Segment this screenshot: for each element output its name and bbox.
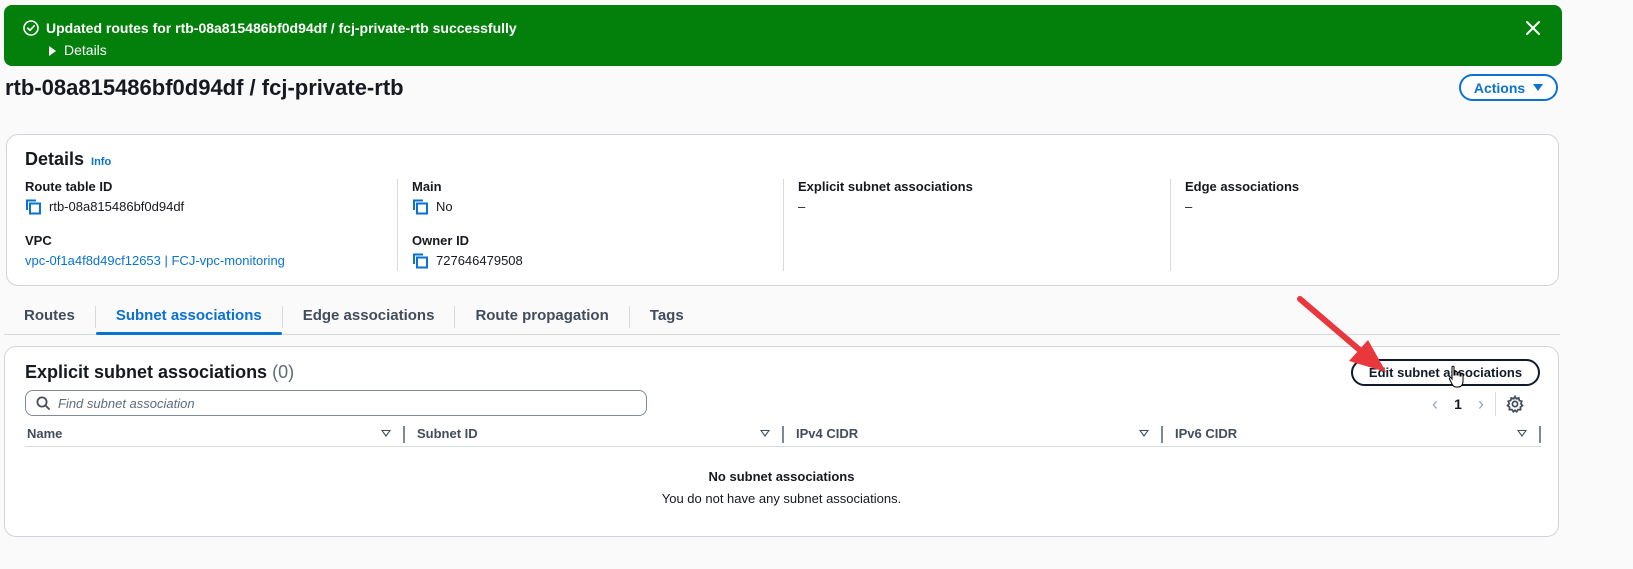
empty-state: No subnet associations You do not have a… [5, 469, 1558, 506]
success-flash-banner: Updated routes for rtb-08a815486bf0d94df… [4, 5, 1562, 66]
column-label: IPv4 CIDR [796, 426, 859, 441]
gear-icon[interactable] [1506, 395, 1524, 413]
copy-icon[interactable] [412, 253, 430, 269]
owner-id-text: 727646479508 [436, 253, 523, 268]
subnet-associations-heading: Explicit subnet associations (0) [25, 362, 294, 383]
page-number[interactable]: 1 [1445, 396, 1471, 412]
subnet-associations-title: Explicit subnet associations [25, 362, 268, 382]
route-table-id-label: Route table ID [25, 179, 113, 194]
main-value: No [412, 199, 784, 215]
tab-subnet-associations[interactable]: Subnet associations [95, 298, 282, 335]
owner-id-value: 727646479508 [412, 253, 784, 269]
main-value-text: No [436, 199, 453, 214]
page-title: rtb-08a815486bf0d94df / fcj-private-rtb [5, 75, 404, 100]
tab-routes[interactable]: Routes [4, 298, 95, 334]
caret-right-icon [49, 45, 56, 56]
edit-subnet-associations-button[interactable]: Edit subnet associations [1351, 359, 1540, 386]
column-label: Name [27, 426, 63, 441]
flash-message: Updated routes for rtb-08a815486bf0d94df… [46, 20, 517, 36]
tab-edge-associations[interactable]: Edge associations [283, 298, 455, 334]
edge-assoc-label: Edge associations [1185, 179, 1300, 194]
route-table-id-text: rtb-08a815486bf0d94df [49, 199, 185, 214]
main-label: Main [412, 179, 442, 194]
details-column-1: Route table ID rtb-08a815486bf0d94df VPC… [25, 179, 397, 271]
subnet-search-field[interactable] [25, 390, 647, 416]
empty-state-heading: No subnet associations [708, 469, 855, 484]
sort-icon[interactable] [1139, 430, 1149, 437]
tab-tags[interactable]: Tags [630, 298, 704, 334]
empty-state-text: You do not have any subnet associations. [661, 491, 902, 506]
subnet-associations-count: (0) [272, 362, 295, 382]
copy-icon[interactable] [412, 199, 430, 215]
pagination: ‹ 1 › [1425, 392, 1524, 416]
info-link[interactable]: Info [91, 156, 111, 168]
details-title: Details [25, 149, 85, 169]
sort-icon[interactable] [760, 430, 770, 437]
flash-details-toggle[interactable]: Details [46, 42, 107, 59]
close-icon[interactable] [1524, 19, 1542, 37]
copy-icon[interactable] [25, 199, 43, 215]
details-heading: Details Info [25, 149, 111, 170]
caret-down-icon [1533, 84, 1544, 91]
edge-assoc-value: – [1185, 199, 1193, 214]
actions-label: Actions [1473, 79, 1526, 96]
column-header-subnet-id[interactable]: Subnet ID [405, 423, 784, 446]
column-label: Subnet ID [417, 426, 478, 441]
details-column-4: Edge associations – [1170, 179, 1550, 271]
column-resizer[interactable] [1539, 426, 1541, 443]
subnet-search-input[interactable] [58, 395, 618, 411]
column-header-ipv4-cidr[interactable]: IPv4 CIDR [784, 423, 1163, 446]
owner-id-label: Owner ID [412, 233, 470, 248]
route-table-id-value: rtb-08a815486bf0d94df [25, 199, 397, 215]
vpc-label: VPC [25, 233, 52, 248]
vpc-link[interactable]: vpc-0f1a4f8d49cf12653 | FCJ-vpc-monitori… [25, 253, 397, 269]
column-label: IPv6 CIDR [1175, 426, 1238, 441]
sort-icon[interactable] [381, 430, 391, 437]
table-header: Name Subnet ID IPv4 CIDR IPv6 CIDR [25, 423, 1541, 447]
flash-details-label: Details [64, 42, 107, 58]
check-circle-icon [23, 20, 39, 36]
pager-divider [1495, 392, 1496, 416]
column-header-ipv6-cidr[interactable]: IPv6 CIDR [1163, 423, 1541, 446]
details-column-2: Main No Owner ID 727646479508 [397, 179, 784, 271]
search-icon [36, 396, 50, 410]
details-column-3: Explicit subnet associations – [783, 179, 1170, 271]
chevron-left-icon[interactable]: ‹ [1425, 394, 1445, 415]
sort-icon[interactable] [1517, 430, 1527, 437]
details-panel: Details Info Route table ID rtb-08a81548… [6, 134, 1559, 286]
subnet-associations-panel: Explicit subnet associations (0) Edit su… [4, 346, 1559, 537]
tab-route-propagation[interactable]: Route propagation [455, 298, 628, 334]
actions-button[interactable]: Actions [1459, 74, 1558, 101]
tab-bar: Routes Subnet associations Edge associat… [4, 298, 1560, 335]
column-header-name[interactable]: Name [25, 423, 405, 446]
explicit-assoc-label: Explicit subnet associations [798, 179, 973, 194]
explicit-assoc-value: – [798, 199, 806, 214]
chevron-right-icon[interactable]: › [1471, 394, 1491, 415]
